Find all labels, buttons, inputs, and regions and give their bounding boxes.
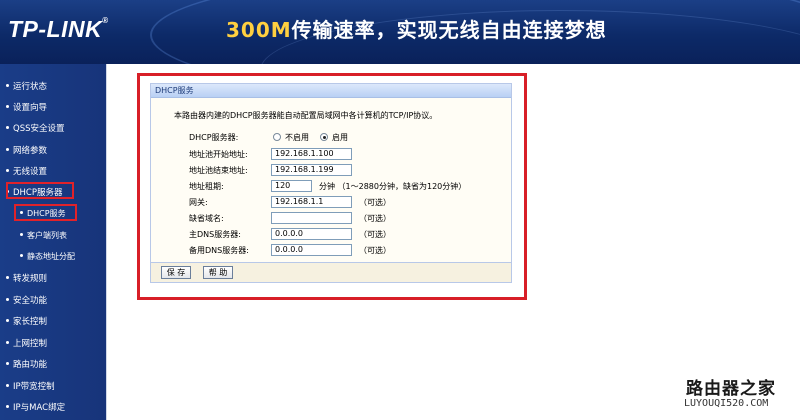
lease-time-label: 地址租期:: [189, 182, 224, 191]
watermark-title: 路由器之家: [686, 379, 776, 399]
pool-end-row: 地址池结束地址: 192.168.1.199: [189, 164, 489, 177]
header-banner: TP-LINK® 300M传输速率，实现无线自由连接梦想: [0, 0, 800, 64]
sidebar-item-label: 转发规则: [13, 274, 48, 284]
sidebar-subitem-static-address[interactable]: 静态地址分配: [20, 251, 75, 262]
sidebar-item-security[interactable]: 安全功能: [6, 294, 47, 306]
sidebar-item-network[interactable]: 网络参数: [6, 144, 47, 156]
dhcp-server-label: DHCP服务器:: [189, 133, 239, 142]
optional-note: （可选）: [359, 198, 391, 207]
pool-start-row: 地址池开始地址: 192.168.1.100: [189, 148, 489, 161]
secondary-dns-row: 备用DNS服务器: 0.0.0.0 （可选）: [189, 244, 489, 257]
save-button[interactable]: 保 存: [161, 266, 191, 279]
sidebar-item-parental[interactable]: 家长控制: [6, 315, 47, 327]
sidebar-item-label: 运行状态: [13, 82, 48, 92]
lease-time-note: 分钟 （1～2880分钟，缺省为120分钟）: [319, 182, 467, 191]
dhcp-server-row: DHCP服务器: 不启用 启用: [189, 131, 489, 144]
site-watermark: 路由器之家 LUYOUQI520.COM: [684, 372, 796, 416]
sidebar-subitem-client-list[interactable]: 客户端列表: [20, 230, 67, 241]
logo-text: TP-LINK: [8, 16, 103, 42]
panel-title: DHCP服务: [151, 84, 511, 98]
sidebar-item-bandwidth[interactable]: IP带宽控制: [6, 380, 55, 392]
pool-start-label: 地址池开始地址:: [189, 150, 248, 159]
sidebar-item-label: QSS安全设置: [13, 124, 65, 134]
help-button[interactable]: 帮 助: [203, 266, 233, 279]
sidebar-item-wireless[interactable]: 无线设置: [6, 165, 47, 177]
bullet-icon: [20, 254, 23, 257]
sidebar-menu: 运行状态 设置向导 QSS安全设置 网络参数 无线设置 DHCP服务器 DHCP…: [0, 64, 106, 420]
pool-start-input[interactable]: 192.168.1.100: [271, 148, 352, 160]
bullet-icon: [20, 233, 23, 236]
optional-note: （可选）: [359, 230, 391, 239]
sidebar-item-label: IP带宽控制: [13, 382, 55, 392]
sidebar-item-label: 静态地址分配: [27, 252, 75, 261]
bullet-icon: [6, 341, 9, 344]
radio-disable-label: 不启用: [285, 133, 309, 142]
sidebar-item-wizard[interactable]: 设置向导: [6, 101, 47, 113]
gateway-label: 网关:: [189, 198, 208, 207]
panel-intro-text: 本路由器内建的DHCP服务器能自动配置局域网中各计算机的TCP/IP协议。: [174, 111, 438, 120]
radio-disable[interactable]: [273, 133, 281, 141]
sidebar-item-label: 网络参数: [13, 146, 48, 156]
gateway-row: 网关: 192.168.1.1 （可选）: [189, 196, 489, 209]
radio-enable[interactable]: [320, 133, 328, 141]
sidebar-item-access-control[interactable]: 上网控制: [6, 337, 47, 349]
watermark-url: LUYOUQI520.COM: [684, 398, 769, 409]
bullet-icon: [6, 362, 9, 365]
primary-dns-label: 主DNS服务器:: [189, 230, 241, 239]
logo-registered-mark: ®: [102, 16, 109, 25]
sidebar-item-label: 上网控制: [13, 339, 48, 349]
sidebar-item-label: 家长控制: [13, 317, 48, 327]
sidebar-item-label: 设置向导: [13, 103, 48, 113]
highlight-box-dhcp-server: [6, 182, 74, 199]
sidebar-item-routing[interactable]: 路由功能: [6, 358, 47, 370]
bullet-icon: [6, 148, 9, 151]
pool-end-label: 地址池结束地址:: [189, 166, 248, 175]
sidebar-item-label: 安全功能: [13, 296, 48, 306]
lease-time-row: 地址租期: 120 分钟 （1～2880分钟，缺省为120分钟）: [189, 180, 509, 193]
bullet-icon: [6, 298, 9, 301]
bullet-icon: [6, 105, 9, 108]
bullet-icon: [6, 126, 9, 129]
sidebar-item-label: IP与MAC绑定: [13, 403, 66, 413]
domain-row: 缺省域名: （可选）: [189, 212, 489, 225]
highlight-box-dhcp-service: [14, 204, 77, 221]
bullet-icon: [6, 84, 9, 87]
bullet-icon: [6, 384, 9, 387]
panel-button-bar: 保 存 帮 助: [151, 262, 511, 282]
radio-enable-label: 启用: [332, 133, 348, 142]
banner-slogan: 300M传输速率，实现无线自由连接梦想: [226, 14, 607, 43]
sidebar-item-label: 客户端列表: [27, 231, 67, 240]
secondary-dns-input[interactable]: 0.0.0.0: [271, 244, 352, 256]
bullet-icon: [6, 276, 9, 279]
slogan-highlight: 300M: [226, 18, 292, 42]
bullet-icon: [6, 169, 9, 172]
domain-input[interactable]: [271, 212, 352, 224]
primary-dns-row: 主DNS服务器: 0.0.0.0 （可选）: [189, 228, 489, 241]
pool-end-input[interactable]: 192.168.1.199: [271, 164, 352, 176]
sidebar-item-label: 路由功能: [13, 360, 48, 370]
dhcp-settings-panel: DHCP服务 本路由器内建的DHCP服务器能自动配置局域网中各计算机的TCP/I…: [150, 83, 512, 283]
bullet-icon: [6, 405, 9, 408]
primary-dns-input[interactable]: 0.0.0.0: [271, 228, 352, 240]
secondary-dns-label: 备用DNS服务器:: [189, 246, 249, 255]
bullet-icon: [6, 319, 9, 322]
optional-note: （可选）: [359, 246, 391, 255]
gateway-input[interactable]: 192.168.1.1: [271, 196, 352, 208]
slogan-text: 传输速率，实现无线自由连接梦想: [291, 18, 607, 42]
optional-note: （可选）: [359, 214, 391, 223]
sidebar-item-forwarding[interactable]: 转发规则: [6, 272, 47, 284]
sidebar-item-status[interactable]: 运行状态: [6, 80, 47, 92]
sidebar-item-qss[interactable]: QSS安全设置: [6, 122, 64, 134]
lease-time-input[interactable]: 120: [271, 180, 312, 192]
sidebar-item-ip-mac-binding[interactable]: IP与MAC绑定: [6, 401, 65, 413]
sidebar-item-label: 无线设置: [13, 167, 48, 177]
tp-link-logo: TP-LINK®: [8, 16, 109, 43]
domain-label: 缺省域名:: [189, 214, 224, 223]
